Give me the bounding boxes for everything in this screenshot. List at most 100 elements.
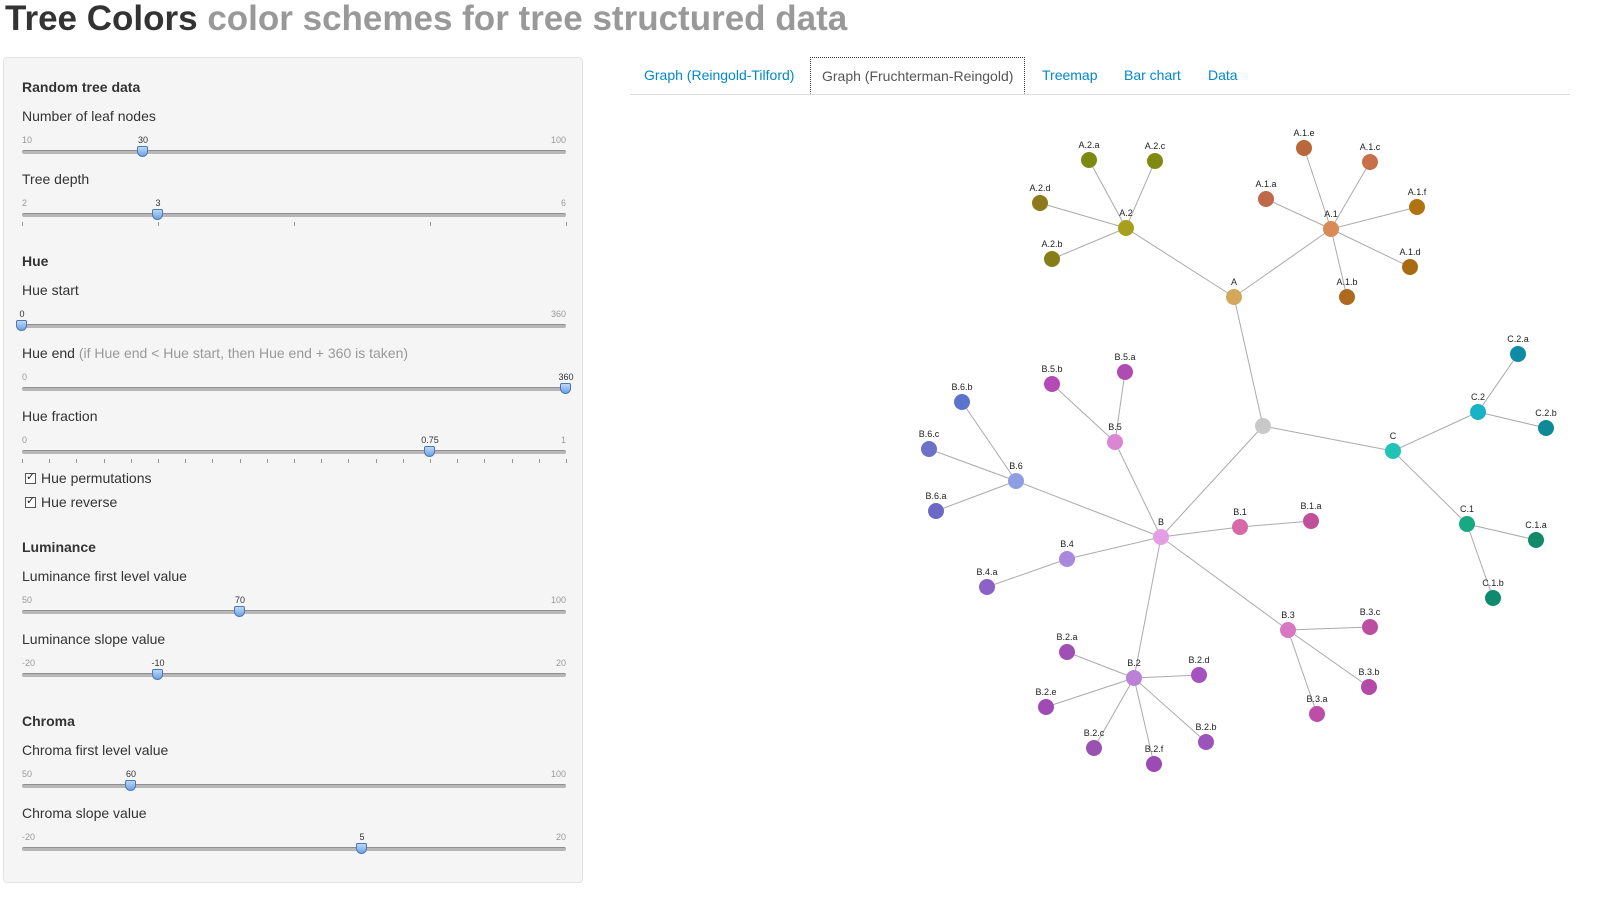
graph-node-label: B.6.a xyxy=(925,491,946,501)
slider-handle[interactable] xyxy=(152,669,163,680)
graph-edge xyxy=(1045,677,1135,708)
tree-depth-label: Tree depth xyxy=(22,171,90,187)
luminance-slope-slider[interactable]: -20 20 -10 xyxy=(22,658,566,688)
graph-node-label: A.2 xyxy=(1119,208,1133,218)
graph-edge xyxy=(1330,206,1418,230)
tree-depth-slider[interactable]: 2 6 3 xyxy=(22,198,567,228)
graph-node xyxy=(1339,289,1355,305)
graph-edge xyxy=(1303,147,1332,230)
hue-reverse-checkbox[interactable]: Hue reverse xyxy=(25,494,117,510)
leaf-nodes-slider[interactable]: 10 100 30 xyxy=(22,135,566,165)
tab-graph-reingold-tilford[interactable]: Graph (Reingold-Tilford) xyxy=(644,57,794,93)
graph-edge xyxy=(1466,523,1537,541)
graph-edge xyxy=(1262,425,1394,452)
graph-edge xyxy=(1114,371,1126,443)
graph-edge xyxy=(1114,441,1162,538)
graph-edge xyxy=(1233,296,1264,427)
graph-node-label: B.2.d xyxy=(1188,655,1209,665)
slider-handle[interactable] xyxy=(234,606,245,617)
slider-tick xyxy=(104,459,105,463)
graph-edge xyxy=(1239,520,1312,528)
slider-handle[interactable] xyxy=(560,383,571,394)
graph-edge xyxy=(1015,480,1162,538)
luminance-first-slider[interactable]: 50 100 70 xyxy=(22,595,566,625)
graph-node xyxy=(1485,590,1501,606)
graph-edge xyxy=(935,480,1017,512)
graph-node-label: A.1.f xyxy=(1408,187,1427,197)
graph-node xyxy=(954,394,970,410)
graph-node xyxy=(1086,740,1102,756)
graph-node xyxy=(979,579,995,595)
tab-graph-fruchterman-reingold[interactable]: Graph (Fruchterman-Reingold) xyxy=(810,57,1026,94)
graph-node xyxy=(1361,679,1377,695)
slider-min-label: 0 xyxy=(22,435,28,445)
graph-node-label: B.5.b xyxy=(1041,364,1062,374)
slider-max-label: 360 xyxy=(550,309,566,319)
graph-edge xyxy=(1287,626,1371,631)
graph-edge xyxy=(1125,227,1235,298)
graph-edge xyxy=(928,448,1017,482)
graph-node xyxy=(1044,251,1060,267)
checkbox-checked-icon[interactable] xyxy=(25,470,36,484)
hue-reverse-label: Hue reverse xyxy=(41,494,118,510)
app-subtitle: color schemes for tree structured data xyxy=(207,0,848,38)
slider-tick xyxy=(49,459,50,463)
graph-node xyxy=(1409,199,1425,215)
slider-track[interactable] xyxy=(22,387,566,391)
hue-end-slider[interactable]: 0360360 xyxy=(22,372,574,402)
graph-node xyxy=(1309,706,1325,722)
section-hue-title: Hue xyxy=(22,253,49,269)
slider-value-label: 0 xyxy=(19,309,25,319)
slider-tick xyxy=(484,459,485,463)
slider-handle[interactable] xyxy=(16,320,27,331)
slider-track[interactable] xyxy=(22,784,566,788)
slider-tick xyxy=(240,459,241,463)
slider-track[interactable] xyxy=(22,150,566,154)
graph-node xyxy=(1226,289,1242,305)
slider-handle[interactable] xyxy=(152,209,163,220)
graph-node xyxy=(1147,153,1163,169)
slider-track[interactable] xyxy=(22,213,566,217)
luminance-first-label: Luminance first level value xyxy=(22,568,187,584)
slider-value-label: -10 xyxy=(151,658,165,668)
graph-node-label: B.5.a xyxy=(1114,352,1135,362)
graph-edge xyxy=(1477,353,1519,413)
section-chroma-title: Chroma xyxy=(22,713,75,729)
hue-start-slider[interactable]: 03600 xyxy=(16,309,566,339)
slider-min-label: 50 xyxy=(22,595,33,605)
graph-edge xyxy=(1051,227,1127,260)
slider-track[interactable] xyxy=(22,324,566,328)
graph-edge xyxy=(1233,228,1332,298)
slider-track[interactable] xyxy=(22,847,566,851)
slider-tick xyxy=(267,459,268,463)
checkbox-checked-icon[interactable] xyxy=(25,494,36,508)
hue-fraction-slider[interactable]: 0 1 0.75 xyxy=(22,435,567,465)
slider-handle[interactable] xyxy=(424,446,435,457)
tab-treemap[interactable]: Treemap xyxy=(1042,57,1098,93)
graph-edge xyxy=(1392,450,1468,525)
graph-node xyxy=(1153,529,1169,545)
slider-max-label: 1 xyxy=(560,435,566,445)
hue-permutations-checkbox[interactable]: Hue permutations xyxy=(25,470,152,486)
chroma-first-slider[interactable]: 50 100 60 xyxy=(22,769,566,799)
graph-edge xyxy=(1133,677,1207,743)
slider-max-label: 20 xyxy=(555,832,566,842)
slider-handle[interactable] xyxy=(137,146,148,157)
slider-tick xyxy=(566,459,567,463)
graph-node xyxy=(1198,734,1214,750)
slider-track[interactable] xyxy=(22,610,566,614)
chroma-slope-slider[interactable]: -20 20 5 xyxy=(22,832,566,862)
graph-node-label: B.3 xyxy=(1281,610,1295,620)
graph-edge xyxy=(1466,523,1494,599)
slider-min-label: -20 xyxy=(22,658,36,668)
tab-data[interactable]: Data xyxy=(1208,57,1238,93)
slider-handle[interactable] xyxy=(125,780,136,791)
graph-edge xyxy=(1392,411,1479,452)
slider-track[interactable] xyxy=(22,673,566,677)
slider-tick xyxy=(294,459,295,463)
slider-track[interactable] xyxy=(22,450,566,454)
slider-handle[interactable] xyxy=(356,843,367,854)
tab-bar-chart[interactable]: Bar chart xyxy=(1124,57,1181,93)
graph-node-label: C.1.b xyxy=(1482,578,1504,588)
graph-node-label: A.2.c xyxy=(1145,141,1166,151)
